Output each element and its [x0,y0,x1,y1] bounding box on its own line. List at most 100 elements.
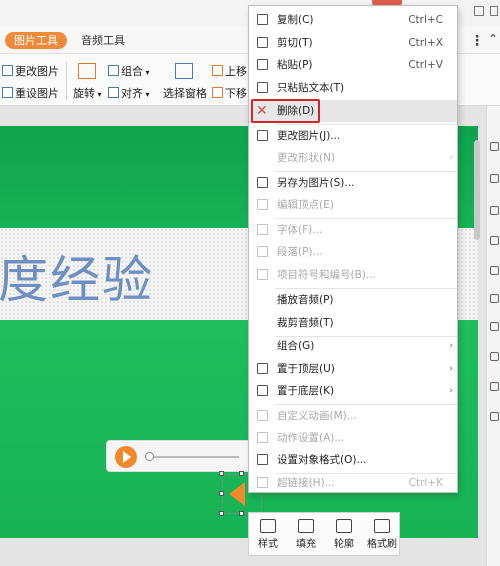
copy-icon [257,14,268,25]
style-button[interactable]: 样式 [249,513,287,557]
slide-scrollbar[interactable] [474,140,480,240]
format-icon[interactable] [490,174,499,183]
menu-item-copy[interactable]: 复制(C) Ctrl+C [249,9,457,31]
animation-icon [257,410,268,421]
menu-item-paragraph: 段落(P)... [249,241,457,263]
audio-progress-track[interactable] [149,456,239,458]
align-button[interactable]: 对齐 ▾ [108,85,150,103]
resize-handle[interactable] [219,491,224,496]
settings-icon[interactable] [490,236,499,245]
menu-item-edit-points: 编辑顶点(E) [249,194,457,216]
slide-title-text[interactable]: 度经验 [0,240,154,312]
menu-item-label: 自定义动画(M)... [277,410,357,422]
menu-item-label: 置于底层(K) [277,385,335,397]
format-painter-button[interactable]: 格式刷 [363,513,401,557]
ribbon-divider [66,62,67,100]
tab-audio-tools[interactable]: 音频工具 [72,32,134,49]
edit-points-icon [257,199,268,210]
menu-item-shortcut: Ctrl+V [408,59,443,71]
group-button[interactable]: 组合 ▾ [108,63,150,81]
group-icon [108,65,119,76]
fill-button[interactable]: 填充 [287,513,325,557]
format-painter-icon [374,519,390,533]
close-window-icon[interactable] [490,6,498,16]
action-icon [257,432,268,443]
rotate-button[interactable]: 旋转 ▾ [73,85,102,103]
right-side-panel [486,106,500,566]
resize-handle[interactable] [239,511,244,516]
paste-text-icon [257,82,268,93]
change-picture-button[interactable]: 更改图片 [2,63,59,81]
move-up-label: 上移 [225,65,247,78]
font-icon [257,224,268,235]
reset-picture-button[interactable]: 重设图片 [2,85,59,103]
share-icon[interactable] [490,352,499,361]
tools-icon[interactable] [490,412,499,421]
menu-item-label: 动作设置(A)... [277,432,345,444]
menu-item-paste-text[interactable]: 只粘贴文本(T) [249,77,457,99]
menu-item-label: 另存为图片(S)... [277,177,355,189]
outline-button[interactable]: 轮廓 [325,513,363,557]
menu-item-label: 项目符号和编号(B)... [277,269,376,281]
collapse-ribbon-icon[interactable]: ⌃ [488,32,498,46]
menu-item-shortcut: Ctrl+K [408,477,443,489]
align-label: 对齐 [121,87,143,100]
menu-item-cut[interactable]: 剪切(T) Ctrl+X [249,32,457,54]
menu-item-paste[interactable]: 粘贴(P) Ctrl+V [249,54,457,76]
tab-picture-tools[interactable]: 图片工具 [5,32,67,49]
picture-icon[interactable] [490,266,499,275]
fill-bucket-icon [298,519,314,533]
selection-pane-label: 选择窗格 [163,87,207,100]
layout-icon[interactable] [490,322,499,331]
menu-item-format-object[interactable]: 设置对象格式(O)... [249,449,457,471]
menu-item-action-settings: 动作设置(A)... [249,427,457,449]
menu-item-font: 字体(F)... [249,219,457,241]
move-up-icon [212,65,223,76]
menu-item-label: 复制(C) [277,14,314,26]
shapes-icon[interactable] [490,206,499,215]
menu-item-play-audio[interactable]: 播放音频(P) [249,289,457,311]
restore-window-icon[interactable] [474,6,484,16]
submenu-arrow-icon: › [449,364,453,374]
save-picture-icon [257,177,268,188]
menu-item-shortcut: Ctrl+C [408,14,443,26]
menu-item-label: 只粘贴文本(T) [277,82,345,94]
menu-item-label: 编辑顶点(E) [277,199,334,211]
menu-item-custom-animation: 自定义动画(M)... [249,405,457,427]
paste-icon [257,59,268,70]
menu-item-trim-audio[interactable]: 裁剪音频(T) [249,312,457,334]
menu-item-change-picture[interactable]: 更改图片(J)... [249,125,457,147]
align-icon [108,87,119,98]
audio-progress-knob[interactable] [145,452,154,461]
play-button[interactable] [115,446,137,468]
selection-pane-icon [175,63,193,79]
menu-item-group[interactable]: 组合(G) › [249,335,457,357]
menu-item-hyperlink: 超链接(H)... Ctrl+K [249,472,457,494]
properties-icon[interactable] [490,142,499,151]
more-options-icon[interactable]: ⋮ [470,33,484,49]
hyperlink-icon [257,477,268,488]
resize-handle[interactable] [239,471,244,476]
format-object-icon [257,454,268,465]
menu-item-label: 更改形状(N) [277,152,336,164]
history-icon[interactable] [490,382,499,391]
move-down-button[interactable]: 下移 [212,85,247,103]
menu-item-shortcut: Ctrl+X [408,37,443,49]
group-label: 组合 [121,65,143,78]
menu-item-save-picture[interactable]: 另存为图片(S)... [249,172,457,194]
menu-item-change-shape: 更改形状(N) › [249,147,457,169]
move-down-label: 下移 [225,87,247,100]
bullets-icon [257,269,268,280]
selection-pane-button[interactable]: 选择窗格 [163,85,207,103]
move-up-button[interactable]: 上移 [212,63,247,81]
submenu-arrow-icon: › [449,153,453,163]
speaker-icon[interactable] [229,482,245,506]
resize-handle[interactable] [219,471,224,476]
bring-front-icon [257,363,268,374]
star-icon[interactable] [490,294,499,303]
resize-handle[interactable] [219,511,224,516]
menu-item-bring-front[interactable]: 置于顶层(U) › [249,358,457,380]
menu-item-label: 超链接(H)... [277,477,335,489]
change-picture-icon [2,65,13,76]
menu-item-send-back[interactable]: 置于底层(K) › [249,380,457,402]
